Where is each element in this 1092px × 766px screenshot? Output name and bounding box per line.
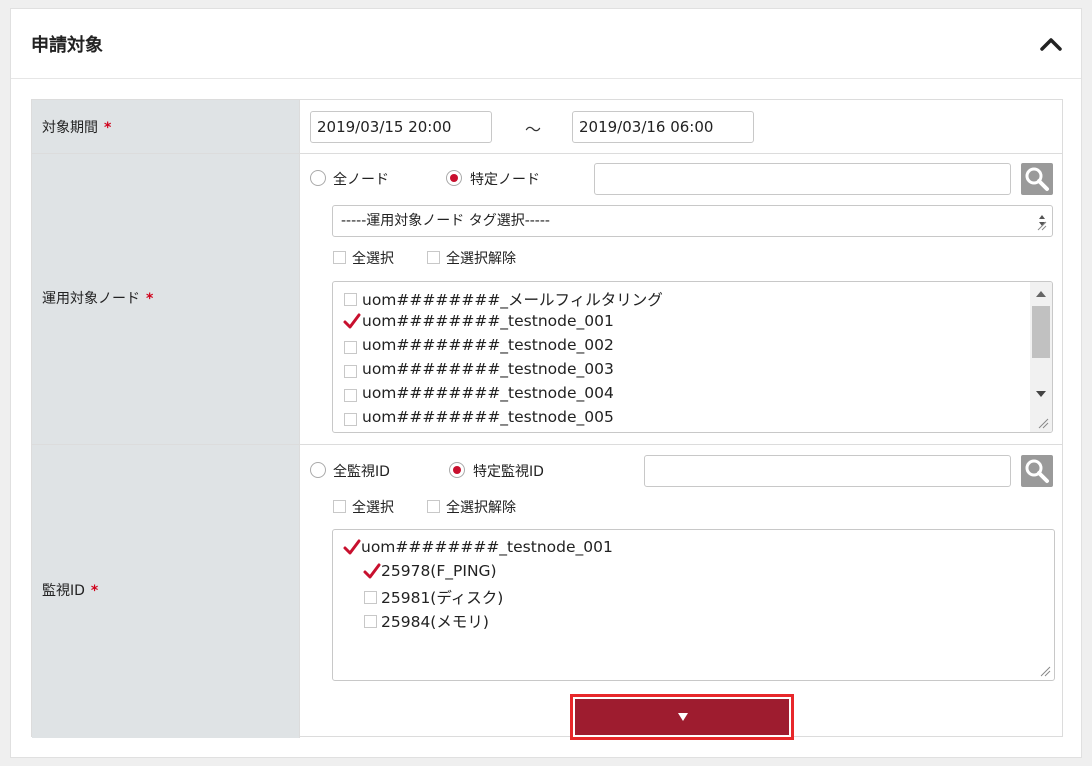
node-list-scrollbar[interactable] xyxy=(1030,282,1052,432)
monitor-tree[interactable]: uom########_testnode_001 25978(F_PING) 259… xyxy=(332,529,1055,681)
select-arrows-icon xyxy=(1037,215,1047,231)
node-list-item[interactable]: uom########_testnode_003 xyxy=(362,360,614,378)
node-tag-select-value: -----運用対象ノード タグ選択----- xyxy=(341,213,550,229)
application-target-panel: 申請対象 対象期間 * 2019/03/15 20:00 ～ 2019/03/16… xyxy=(10,8,1082,758)
monitor-label-cell: 監視ID * xyxy=(32,445,300,738)
resize-grip-icon[interactable] xyxy=(1037,417,1049,429)
required-mark: * xyxy=(146,291,154,307)
node-item-checkbox[interactable] xyxy=(343,313,361,330)
node-select-all-label[interactable]: 全選択 xyxy=(352,248,394,268)
period-end-input[interactable]: 2019/03/16 06:00 xyxy=(572,111,754,143)
node-tag-select[interactable]: -----運用対象ノード タグ選択----- xyxy=(332,205,1053,237)
period-value-cell: 2019/03/15 20:00 ～ 2019/03/16 06:00 xyxy=(300,100,1062,153)
monitor-item-checkbox[interactable] xyxy=(364,591,377,604)
nodes-value-cell: 全ノード 特定ノード -----運用対象ノード タグ選択----- 全選択 全選… xyxy=(300,154,1062,444)
node-item-checkbox[interactable] xyxy=(344,389,357,402)
monitor-deselect-all-checkbox[interactable] xyxy=(427,500,440,513)
node-list[interactable]: uom########_メールフィルタリング uom########_testno… xyxy=(332,281,1053,433)
radio-all-nodes[interactable] xyxy=(310,170,326,186)
period-separator: ～ xyxy=(525,120,542,139)
monitor-select-all-checkbox[interactable] xyxy=(333,500,346,513)
monitor-deselect-all-label[interactable]: 全選択解除 xyxy=(446,497,516,517)
radio-specific-monitors[interactable] xyxy=(449,462,465,478)
magnifier-icon xyxy=(1025,459,1049,483)
panel-header: 申請対象 xyxy=(11,9,1081,79)
node-deselect-all-checkbox[interactable] xyxy=(427,251,440,264)
node-list-scroll-thumb[interactable] xyxy=(1032,306,1050,358)
node-item-checkbox[interactable] xyxy=(344,365,357,378)
radio-specific-nodes-label[interactable]: 特定ノード xyxy=(470,169,540,189)
node-list-item[interactable]: uom########_testnode_001 xyxy=(362,312,614,330)
radio-specific-nodes[interactable] xyxy=(446,170,462,186)
monitor-row: 監視ID * 全監視ID 特定監視ID 全選択 全選択解除 uom#######… xyxy=(32,445,1062,738)
monitor-item-checkbox[interactable] xyxy=(363,563,381,580)
expand-button-inner xyxy=(575,699,789,735)
monitor-search-input[interactable] xyxy=(644,455,1011,487)
monitor-tree-item[interactable]: 25978(F_PING) xyxy=(381,562,497,580)
nodes-label-cell: 運用対象ノード * xyxy=(32,154,300,444)
monitor-tree-item[interactable]: uom########_testnode_001 xyxy=(361,538,613,556)
monitor-tree-item[interactable]: 25984(メモリ) xyxy=(381,610,489,632)
nodes-row: 運用対象ノード * 全ノード 特定ノード -----運用対象ノード タグ選択---… xyxy=(32,154,1062,445)
radio-all-monitors-label[interactable]: 全監視ID xyxy=(333,461,390,481)
expand-button[interactable] xyxy=(570,694,794,740)
node-item-checkbox[interactable] xyxy=(344,293,357,306)
monitor-item-checkbox[interactable] xyxy=(364,615,377,628)
monitor-item-checkbox[interactable] xyxy=(343,539,361,556)
period-label: 対象期間 * xyxy=(42,120,112,136)
node-list-item[interactable]: uom########_メールフィルタリング xyxy=(362,288,663,310)
monitor-select-all-label[interactable]: 全選択 xyxy=(352,497,394,517)
node-list-item[interactable]: uom########_testnode_002 xyxy=(362,336,614,354)
node-deselect-all-label[interactable]: 全選択解除 xyxy=(446,248,516,268)
scroll-down-icon[interactable] xyxy=(1035,390,1047,398)
period-start-input[interactable]: 2019/03/15 20:00 xyxy=(310,111,492,143)
node-list-item[interactable]: uom########_testnode_004 xyxy=(362,384,614,402)
check-icon xyxy=(343,313,361,329)
period-row: 対象期間 * 2019/03/15 20:00 ～ 2019/03/16 06:0… xyxy=(32,100,1062,154)
monitor-tree-item[interactable]: 25981(ディスク) xyxy=(381,586,503,608)
radio-specific-monitors-label[interactable]: 特定監視ID xyxy=(473,461,544,481)
panel-title: 申請対象 xyxy=(31,35,103,56)
node-item-checkbox[interactable] xyxy=(344,413,357,426)
nodes-label: 運用対象ノード * xyxy=(42,291,154,307)
node-select-all-checkbox[interactable] xyxy=(333,251,346,264)
node-search-input[interactable] xyxy=(594,163,1011,195)
radio-all-monitors[interactable] xyxy=(310,462,326,478)
scroll-up-icon[interactable] xyxy=(1035,290,1047,298)
period-label-cell: 対象期間 * xyxy=(32,100,300,153)
monitor-search-button[interactable] xyxy=(1021,455,1053,487)
node-list-item[interactable]: uom########_testnode_005 xyxy=(362,408,614,426)
node-item-checkbox[interactable] xyxy=(344,341,357,354)
resize-grip-icon[interactable] xyxy=(1039,665,1051,677)
application-form: 対象期間 * 2019/03/15 20:00 ～ 2019/03/16 06:0… xyxy=(31,99,1063,740)
chevron-up-icon[interactable] xyxy=(1039,35,1063,53)
required-mark: * xyxy=(104,120,112,136)
magnifier-icon xyxy=(1025,167,1049,191)
triangle-down-icon xyxy=(678,713,688,721)
node-search-button[interactable] xyxy=(1021,163,1053,195)
radio-all-nodes-label[interactable]: 全ノード xyxy=(333,169,389,189)
monitor-label: 監視ID * xyxy=(42,583,99,599)
check-icon xyxy=(363,563,381,579)
check-icon xyxy=(343,539,361,555)
required-mark: * xyxy=(90,583,99,599)
